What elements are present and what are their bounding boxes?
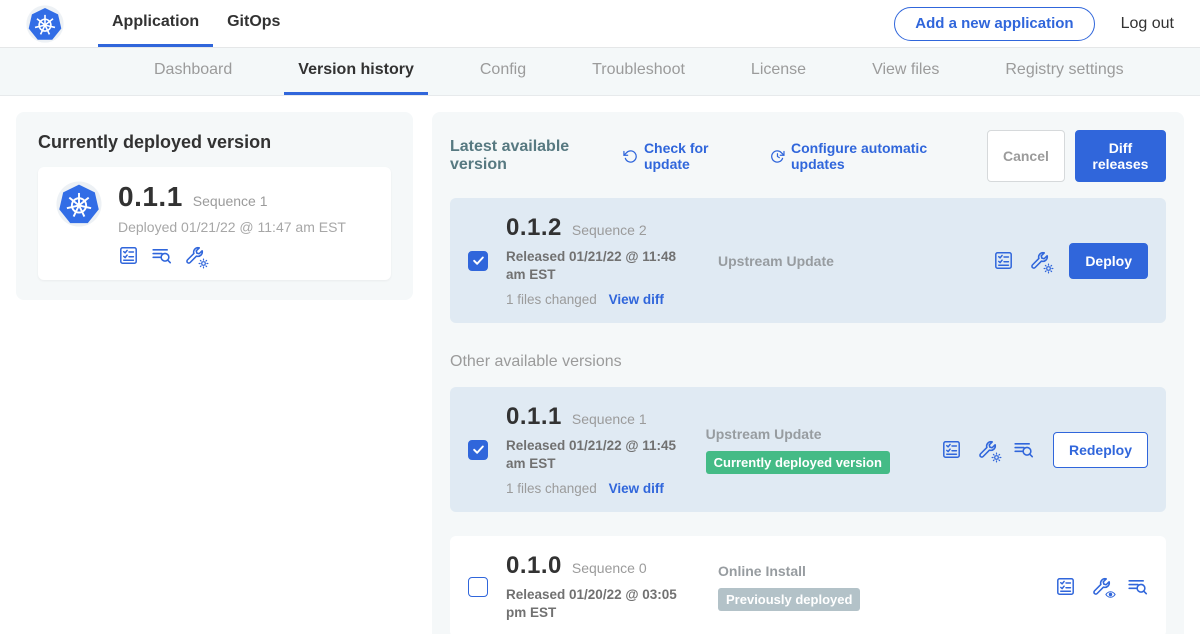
other-versions-title: Other available versions: [450, 353, 1166, 371]
sequence-label: Sequence 0: [572, 560, 647, 576]
version-number: 0.1.0: [506, 552, 562, 580]
version-checkbox[interactable]: [468, 440, 488, 460]
released-timestamp: Released 01/21/22 @ 11:45 am EST: [506, 437, 694, 472]
schedule-refresh-icon: [770, 148, 785, 165]
version-row-0-1-1: 0.1.1 Sequence 1 Released 01/21/22 @ 11:…: [450, 387, 1166, 512]
check-for-update-label: Check for update: [644, 140, 744, 172]
currently-deployed-badge: Currently deployed version: [706, 451, 890, 474]
kubernetes-logo-icon: [56, 181, 102, 227]
files-changed-label: 1 files changed: [506, 481, 597, 496]
released-timestamp: Released 01/21/22 @ 11:48 am EST: [506, 248, 694, 283]
tab-dashboard[interactable]: Dashboard: [140, 48, 246, 95]
tab-application[interactable]: Application: [98, 0, 213, 47]
check-icon: [472, 254, 485, 267]
eye-icon: [1105, 589, 1116, 600]
sequence-label: Sequence 1: [572, 411, 647, 427]
tab-troubleshoot[interactable]: Troubleshoot: [578, 48, 699, 95]
edit-config-icon[interactable]: [184, 245, 205, 266]
tab-registry-settings[interactable]: Registry settings: [991, 48, 1137, 95]
released-timestamp: Released 01/20/22 @ 03:05 pm EST: [506, 586, 694, 621]
deploy-button[interactable]: Deploy: [1069, 243, 1148, 279]
tab-gitops[interactable]: GitOps: [213, 0, 294, 47]
edit-config-icon[interactable]: [977, 439, 998, 460]
view-config-icon[interactable]: [1091, 576, 1112, 597]
redeploy-button[interactable]: Redeploy: [1053, 432, 1148, 468]
app-icon: [56, 181, 102, 266]
view-diff-link[interactable]: View diff: [609, 292, 664, 307]
app-subnav: Dashboard Version history Config Trouble…: [0, 48, 1200, 96]
version-number: 0.1.2: [506, 214, 562, 242]
preflight-checks-icon[interactable]: [993, 250, 1014, 271]
version-row-0-1-0: 0.1.0 Sequence 0 Released 01/20/22 @ 03:…: [450, 536, 1166, 634]
configure-updates-label: Configure automatic updates: [791, 140, 961, 172]
kubernetes-logo-icon: [26, 5, 64, 43]
configure-updates-link[interactable]: Configure automatic updates: [770, 140, 961, 172]
tab-version-history[interactable]: Version history: [284, 48, 428, 95]
preflight-checks-icon[interactable]: [1055, 576, 1076, 597]
deployed-timestamp: Deployed 01/21/22 @ 11:47 am EST: [118, 219, 346, 235]
deployed-version-number: 0.1.1: [118, 181, 183, 213]
version-number: 0.1.1: [506, 403, 562, 431]
edit-config-icon[interactable]: [1029, 250, 1050, 271]
logout-link[interactable]: Log out: [1121, 15, 1174, 33]
top-nav-tabs: Application GitOps: [98, 0, 294, 47]
available-panel-title: Latest available version: [450, 138, 609, 174]
preflight-checks-icon[interactable]: [941, 439, 962, 460]
deploy-logs-icon[interactable]: [1127, 576, 1148, 597]
deployed-sequence-label: Sequence 1: [193, 193, 268, 209]
deployed-version-card: 0.1.1 Sequence 1 Deployed 01/21/22 @ 11:…: [38, 167, 391, 280]
diff-releases-button[interactable]: Diff releases: [1075, 130, 1166, 182]
sequence-label: Sequence 2: [572, 222, 647, 238]
top-navbar: Application GitOps Add a new application…: [0, 0, 1200, 48]
tab-license[interactable]: License: [737, 48, 820, 95]
version-source-label: Upstream Update: [718, 253, 834, 269]
previously-deployed-badge: Previously deployed: [718, 588, 860, 611]
version-checkbox[interactable]: [468, 251, 488, 271]
currently-deployed-panel: Currently deployed version 0.1.1 Sequenc…: [16, 112, 413, 300]
version-checkbox[interactable]: [468, 577, 488, 597]
deployed-panel-title: Currently deployed version: [38, 132, 391, 153]
check-for-update-link[interactable]: Check for update: [623, 140, 744, 172]
cancel-button[interactable]: Cancel: [987, 130, 1065, 182]
version-source-label: Upstream Update: [706, 426, 822, 442]
version-row-0-1-2: 0.1.2 Sequence 2 Released 01/21/22 @ 11:…: [450, 198, 1166, 323]
app-logo[interactable]: [26, 0, 64, 47]
gear-icon: [991, 452, 1002, 463]
deploy-logs-icon[interactable]: [1013, 439, 1034, 460]
deploy-logs-icon[interactable]: [151, 245, 172, 266]
available-versions-panel: Latest available version Check for updat…: [432, 112, 1184, 634]
refresh-icon: [623, 148, 638, 165]
tab-view-files[interactable]: View files: [858, 48, 953, 95]
check-icon: [472, 443, 485, 456]
gear-icon: [1043, 263, 1054, 274]
add-application-button[interactable]: Add a new application: [894, 7, 1094, 41]
gear-icon: [198, 258, 209, 269]
files-changed-label: 1 files changed: [506, 292, 597, 307]
version-source-label: Online Install: [718, 563, 806, 579]
preflight-checks-icon[interactable]: [118, 245, 139, 266]
tab-config[interactable]: Config: [466, 48, 540, 95]
view-diff-link[interactable]: View diff: [609, 481, 664, 496]
